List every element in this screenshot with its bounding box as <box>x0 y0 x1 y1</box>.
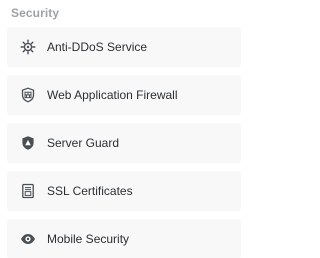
firewall-shield-icon <box>20 87 36 103</box>
menu-item-web-application-firewall[interactable]: Web Application Firewall <box>7 75 241 115</box>
menu-item-server-guard[interactable]: Server Guard <box>7 123 241 163</box>
eye-icon <box>20 231 36 247</box>
security-menu: Anti-DDoS Service Web Application Firewa… <box>7 27 241 258</box>
server-guard-shield-icon <box>20 135 36 151</box>
certificate-icon <box>20 183 36 199</box>
menu-item-label: Web Application Firewall <box>47 88 178 102</box>
menu-item-ssl-certificates[interactable]: SSL Certificates <box>7 171 241 211</box>
gear-virus-icon <box>20 39 36 55</box>
menu-item-label: Anti-DDoS Service <box>47 40 148 54</box>
menu-item-anti-ddos[interactable]: Anti-DDoS Service <box>7 27 241 67</box>
menu-item-mobile-security[interactable]: Mobile Security <box>7 219 241 258</box>
menu-item-label: Server Guard <box>47 136 120 150</box>
section-title: Security <box>11 6 60 20</box>
menu-item-label: Mobile Security <box>47 232 130 246</box>
menu-item-label: SSL Certificates <box>47 184 133 198</box>
